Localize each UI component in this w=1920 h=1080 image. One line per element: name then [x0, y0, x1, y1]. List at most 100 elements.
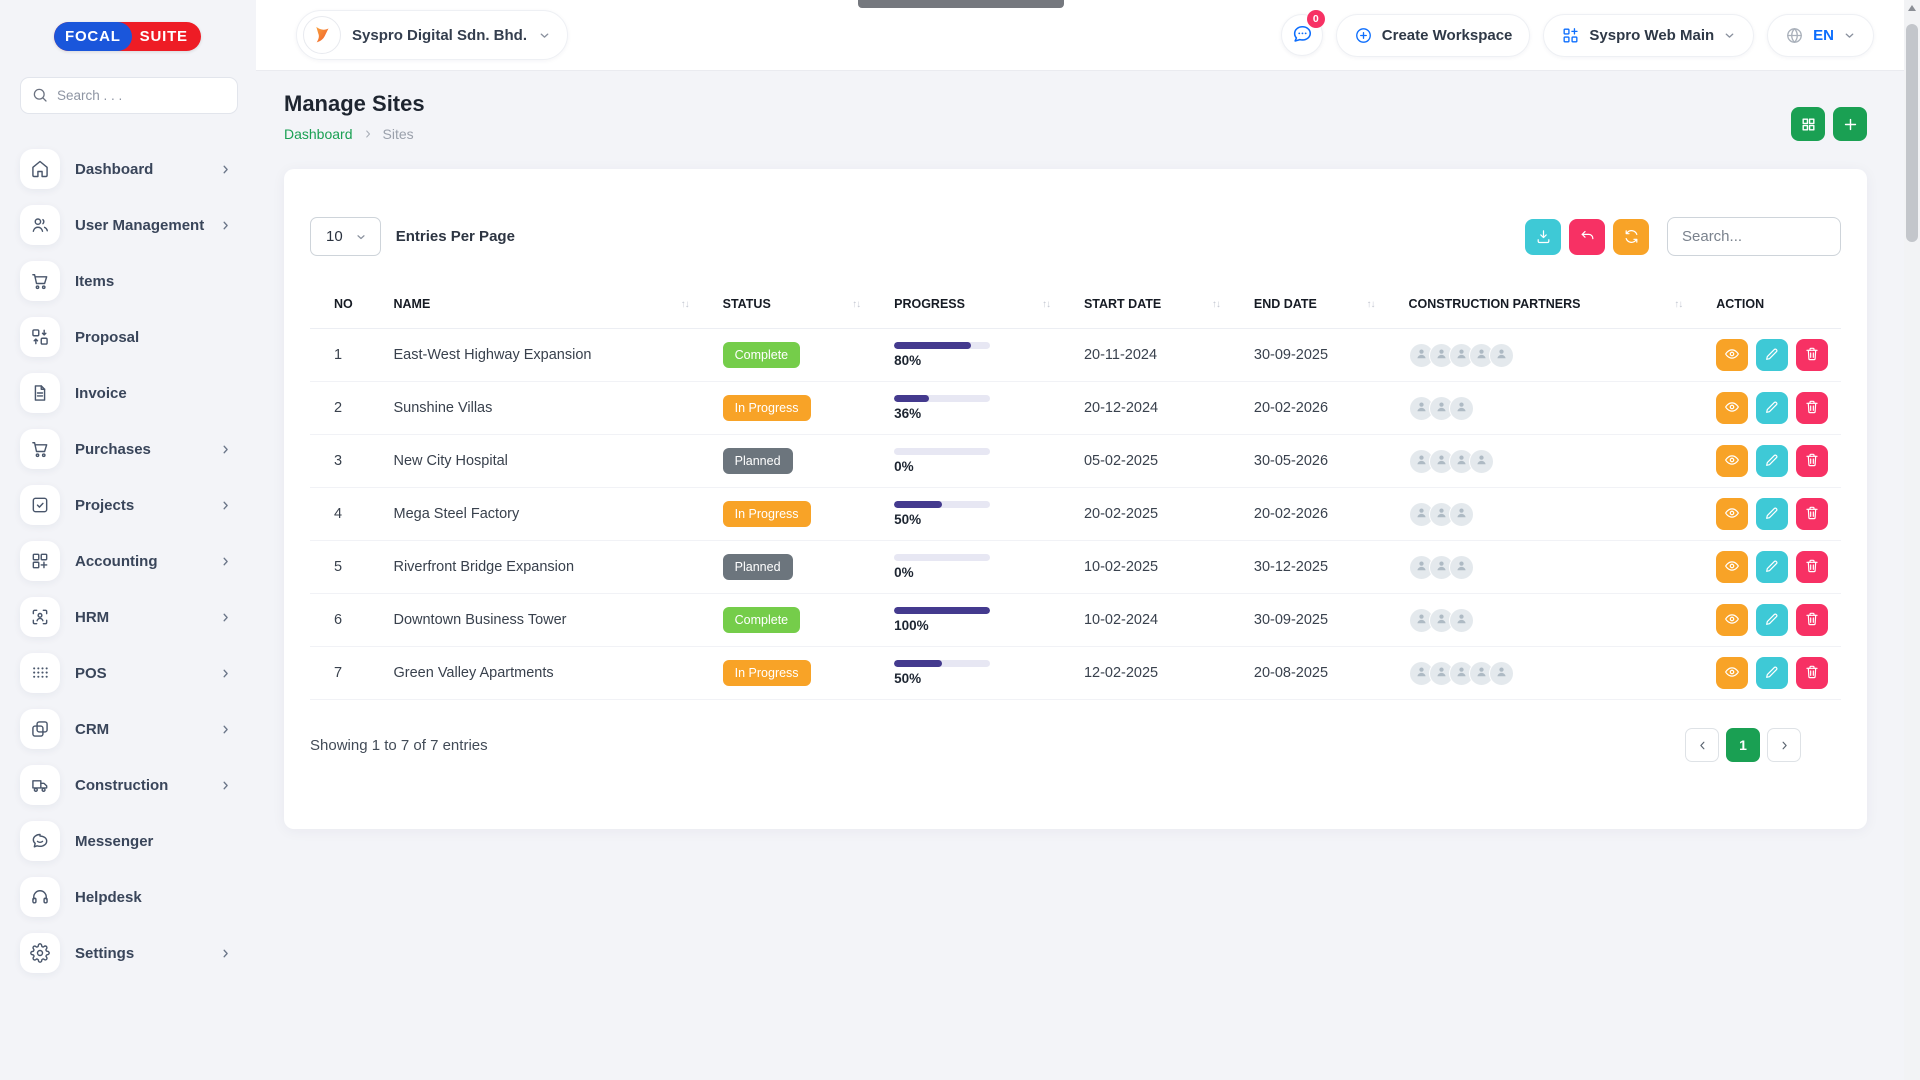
sidebar-search-input[interactable]	[20, 77, 238, 114]
add-site-button[interactable]	[1833, 107, 1867, 141]
create-workspace-button[interactable]: Create Workspace	[1336, 14, 1531, 57]
sort-icon[interactable]: ↑↓	[1674, 299, 1682, 310]
cell-progress: 100%	[884, 594, 1074, 647]
sidebar-item-settings[interactable]: Settings	[20, 933, 238, 973]
undo-button[interactable]	[1569, 219, 1605, 255]
cell-status: In Progress	[713, 647, 884, 700]
person-icon	[1434, 505, 1449, 524]
sidebar-item-crm[interactable]: CRM	[20, 709, 238, 749]
delete-button[interactable]	[1796, 604, 1828, 636]
progress-percent: 0%	[894, 565, 1064, 580]
entries-per-page-select[interactable]: 10	[310, 217, 381, 256]
column-label: NO	[334, 297, 353, 311]
sidebar-item-user-management[interactable]: User Management	[20, 205, 238, 245]
column-header-end-date[interactable]: END DATE↑↓	[1244, 280, 1399, 329]
workspace-selector[interactable]: Syspro Web Main	[1543, 14, 1754, 57]
pencil-icon	[1764, 505, 1780, 524]
status-badge: In Progress	[723, 395, 811, 421]
view-button[interactable]	[1716, 604, 1748, 636]
delete-button[interactable]	[1796, 551, 1828, 583]
column-header-construction-partners[interactable]: CONSTRUCTION PARTNERS↑↓	[1399, 280, 1707, 329]
progress-percent: 0%	[894, 459, 1064, 474]
pencil-icon	[1764, 664, 1780, 683]
progress-bar	[894, 342, 990, 349]
edit-button[interactable]	[1756, 604, 1788, 636]
progress-bar	[894, 554, 990, 561]
company-selector[interactable]: Syspro Digital Sdn. Bhd.	[296, 10, 568, 60]
sort-icon[interactable]: ↑↓	[681, 299, 689, 310]
edit-button[interactable]	[1756, 339, 1788, 371]
table-footer: Showing 1 to 7 of 7 entries 1	[310, 728, 1841, 762]
app-root: FOCAL SUITE DashboardUser ManagementItem…	[0, 0, 1920, 1080]
sidebar-item-dashboard[interactable]: Dashboard	[20, 149, 238, 189]
sort-icon[interactable]: ↑↓	[1042, 299, 1050, 310]
sidebar-item-purchases[interactable]: Purchases	[20, 429, 238, 469]
grid-view-button[interactable]	[1791, 107, 1825, 141]
view-button[interactable]	[1716, 339, 1748, 371]
table-controls: 10 Entries Per Page	[310, 217, 1841, 256]
delete-button[interactable]	[1796, 392, 1828, 424]
partner-avatar[interactable]	[1489, 343, 1514, 368]
next-page-button[interactable]	[1767, 728, 1801, 762]
column-header-no: NO	[310, 280, 383, 329]
delete-button[interactable]	[1796, 657, 1828, 689]
edit-button[interactable]	[1756, 657, 1788, 689]
delete-button[interactable]	[1796, 498, 1828, 530]
sort-icon[interactable]: ↑↓	[1367, 299, 1375, 310]
sidebar-item-helpdesk[interactable]: Helpdesk	[20, 877, 238, 917]
delete-button[interactable]	[1796, 445, 1828, 477]
partner-avatar[interactable]	[1449, 608, 1474, 633]
messages-button[interactable]: 0	[1281, 14, 1323, 56]
partner-avatar[interactable]	[1469, 449, 1494, 474]
column-header-start-date[interactable]: START DATE↑↓	[1074, 280, 1244, 329]
person-icon	[1414, 611, 1429, 630]
language-selector[interactable]: EN	[1767, 14, 1874, 57]
partner-avatar[interactable]	[1449, 502, 1474, 527]
refresh-button[interactable]	[1613, 219, 1649, 255]
browser-scrollbar[interactable]	[1904, 0, 1920, 1080]
view-button[interactable]	[1716, 657, 1748, 689]
view-button[interactable]	[1716, 551, 1748, 583]
delete-button[interactable]	[1796, 339, 1828, 371]
prev-page-button[interactable]	[1685, 728, 1719, 762]
sidebar-item-projects[interactable]: Projects	[20, 485, 238, 525]
column-label: STATUS	[723, 297, 771, 311]
sidebar-item-messenger[interactable]: Messenger	[20, 821, 238, 861]
eye-icon	[1724, 611, 1740, 630]
partner-avatar[interactable]	[1449, 555, 1474, 580]
edit-button[interactable]	[1756, 498, 1788, 530]
sidebar-item-construction[interactable]: Construction	[20, 765, 238, 805]
sidebar-item-pos[interactable]: POS	[20, 653, 238, 693]
sidebar-item-hrm[interactable]: HRM	[20, 597, 238, 637]
partner-avatar[interactable]	[1449, 396, 1474, 421]
partner-avatar[interactable]	[1489, 661, 1514, 686]
column-header-progress[interactable]: PROGRESS↑↓	[884, 280, 1074, 329]
view-button[interactable]	[1716, 498, 1748, 530]
column-header-status[interactable]: STATUS ↑↓	[713, 280, 884, 329]
view-button[interactable]	[1716, 445, 1748, 477]
sort-icon[interactable]: ↑↓	[1212, 299, 1220, 310]
scroll-up-arrow-icon[interactable]	[1908, 5, 1916, 11]
export-button[interactable]	[1525, 219, 1561, 255]
edit-button[interactable]	[1756, 551, 1788, 583]
cell-start-date: 10-02-2024	[1074, 594, 1244, 647]
person-icon	[1414, 399, 1429, 418]
sidebar-item-items[interactable]: Items	[20, 261, 238, 301]
column-header-name[interactable]: NAME↑↓	[383, 280, 712, 329]
view-button[interactable]	[1716, 392, 1748, 424]
breadcrumb-dashboard-link[interactable]: Dashboard	[284, 126, 353, 142]
sort-icon[interactable]: ↑↓	[852, 299, 860, 310]
table-search-input[interactable]	[1667, 217, 1841, 256]
edit-button[interactable]	[1756, 445, 1788, 477]
sidebar-item-label: User Management	[75, 217, 204, 234]
chevron-right-icon	[219, 723, 232, 736]
globe-icon	[1785, 26, 1804, 45]
sidebar-item-proposal[interactable]: Proposal	[20, 317, 238, 357]
scrollbar-thumb[interactable]	[1906, 24, 1918, 242]
cell-progress: 0%	[884, 435, 1074, 488]
sidebar-item-invoice[interactable]: Invoice	[20, 373, 238, 413]
edit-button[interactable]	[1756, 392, 1788, 424]
sidebar-item-label: Construction	[75, 777, 168, 794]
sidebar-item-accounting[interactable]: Accounting	[20, 541, 238, 581]
page-1-button[interactable]: 1	[1726, 728, 1760, 762]
